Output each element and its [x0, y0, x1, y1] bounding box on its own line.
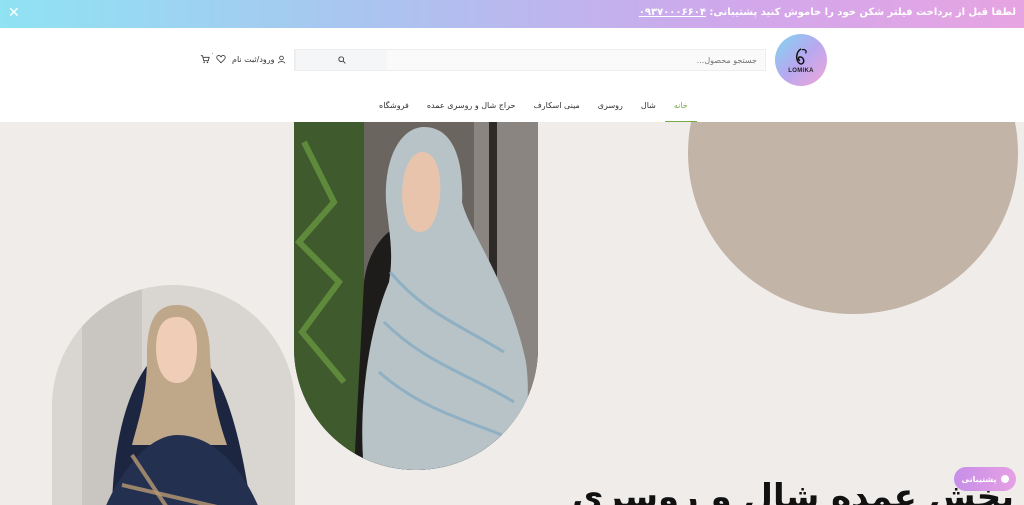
- support-phone-link[interactable]: ۰۹۳۷۰۰۰۶۶۰۴: [639, 7, 706, 18]
- announcement-message: لطفا قبل از پرداخت فیلتر شکن خود را خامو…: [627, 7, 1016, 18]
- site-logo[interactable]: LOMIKA: [775, 34, 827, 86]
- chat-bubble-icon: [1000, 475, 1009, 483]
- announcement-bar: ✕ لطفا قبل از پرداخت فیلتر شکن خود را خا…: [0, 0, 1024, 28]
- nav-item-wholesale-sale[interactable]: حراج شال و روسری عمده: [418, 100, 525, 122]
- nav-item-mini-scarf[interactable]: مینی اسکارف: [525, 100, 589, 122]
- main-nav: خانه شال روسری مینی اسکارف حراج شال و رو…: [370, 100, 697, 122]
- hero-photo-dark-scarf: [52, 285, 295, 505]
- search-bar: [294, 49, 766, 71]
- search-button[interactable]: [295, 50, 387, 70]
- login-register-label: ورود/ثبت نام: [232, 54, 275, 64]
- brand-name: LOMIKA: [788, 67, 814, 74]
- user-icon: [277, 55, 285, 63]
- heart-icon: [216, 55, 226, 64]
- cart-button[interactable]: ۰: [200, 50, 214, 64]
- user-actions: ۰ ورود/ثبت نام: [200, 50, 286, 66]
- decorative-circle: [688, 122, 1018, 314]
- cart-count-badge: ۰: [210, 50, 214, 57]
- hero-banner: پخش عمده شال و روسری پشتیبانی: [0, 122, 1024, 505]
- model-in-light-blue-scarf-image: [294, 122, 538, 470]
- login-register-link[interactable]: ورود/ثبت نام: [232, 55, 286, 64]
- nav-item-home[interactable]: خانه: [664, 100, 697, 122]
- wishlist-button[interactable]: [216, 54, 226, 64]
- search-input[interactable]: [387, 50, 765, 70]
- announcement-text: لطفا قبل از پرداخت فیلتر شکن خود را خامو…: [760, 7, 1016, 18]
- support-label: پشتیبانی:: [709, 7, 758, 18]
- support-chip-label: پشتیبانی: [961, 474, 997, 484]
- cart-icon: [200, 55, 210, 64]
- nav-item-shop[interactable]: فروشگاه: [370, 100, 418, 122]
- nav-item-headscarf[interactable]: روسری: [589, 100, 632, 122]
- model-in-navy-scarf-image: [52, 285, 295, 505]
- butterfly-logo-icon: [796, 47, 807, 65]
- search-icon: [337, 56, 346, 64]
- nav-item-shawl[interactable]: شال: [632, 100, 665, 122]
- support-info: پشتیبانی: ۰۹۳۷۰۰۰۶۶۰۴: [639, 7, 757, 18]
- support-chat-button[interactable]: پشتیبانی: [954, 467, 1016, 491]
- site-header: LOMIKA ۰ ورود/ث: [0, 28, 1024, 122]
- hero-headline: پخش عمده شال و روسری: [572, 477, 1014, 505]
- close-icon[interactable]: ✕: [8, 5, 20, 21]
- hero-photo-light-scarf: [294, 122, 538, 470]
